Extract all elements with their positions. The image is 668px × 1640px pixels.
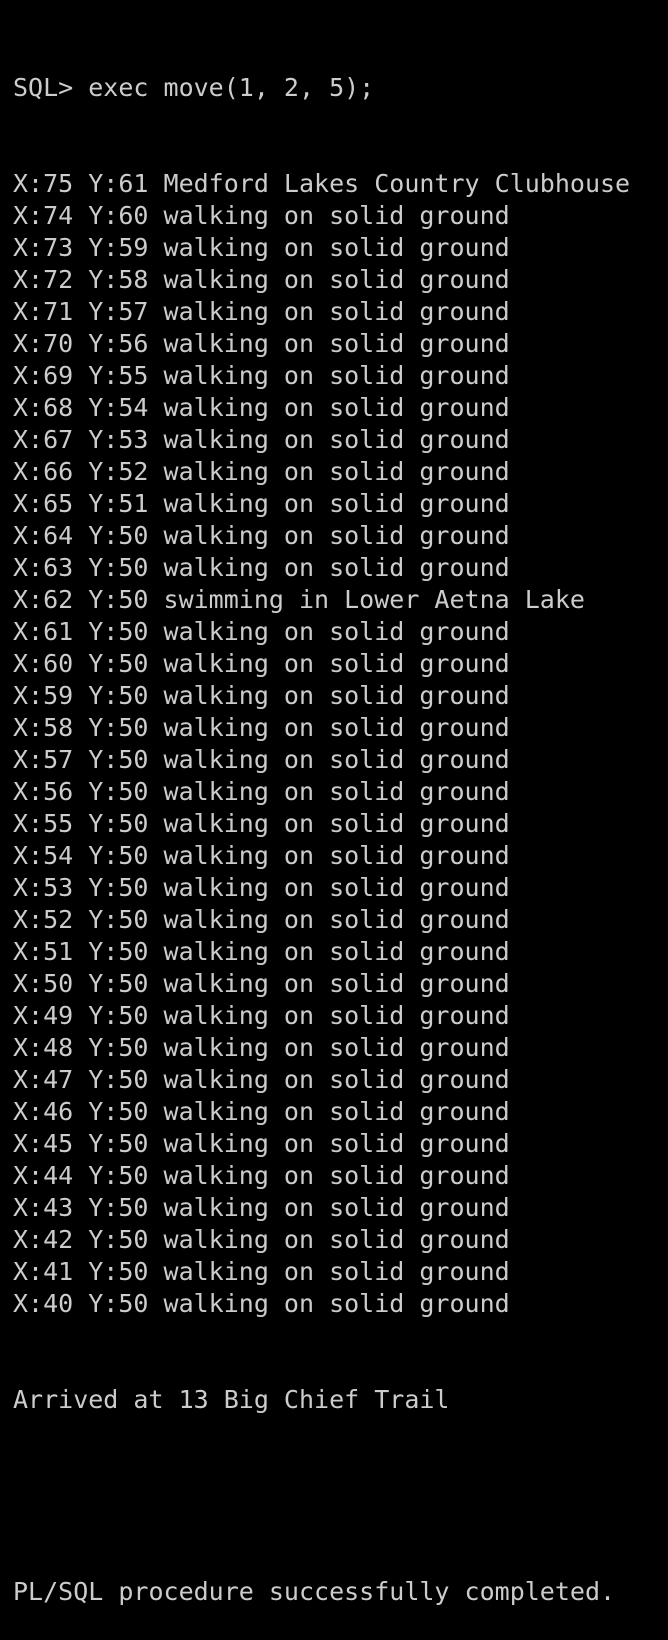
log-line: X:60 Y:50 walking on solid ground — [13, 649, 510, 678]
log-line: X:56 Y:50 walking on solid ground — [13, 777, 510, 806]
log-line: X:68 Y:54 walking on solid ground — [13, 393, 510, 422]
log-line: X:63 Y:50 walking on solid ground — [13, 553, 510, 582]
log-line: X:71 Y:57 walking on solid ground — [13, 297, 510, 326]
log-line: X:40 Y:50 walking on solid ground — [13, 1289, 510, 1318]
log-line: X:48 Y:50 walking on solid ground — [13, 1033, 510, 1062]
command-line: SQL> exec move(1, 2, 5); — [13, 73, 375, 102]
log-line: X:75 Y:61 Medford Lakes Country Clubhous… — [13, 169, 631, 198]
log-line: X:43 Y:50 walking on solid ground — [13, 1193, 510, 1222]
log-line: X:72 Y:58 walking on solid ground — [13, 265, 510, 294]
log-line: X:70 Y:56 walking on solid ground — [13, 329, 510, 358]
log-line: X:65 Y:51 walking on solid ground — [13, 489, 510, 518]
log-line: X:51 Y:50 walking on solid ground — [13, 937, 510, 966]
log-line: X:62 Y:50 swimming in Lower Aetna Lake — [13, 585, 585, 614]
log-line: X:64 Y:50 walking on solid ground — [13, 521, 510, 550]
log-line: X:45 Y:50 walking on solid ground — [13, 1129, 510, 1158]
arrival-message: Arrived at 13 Big Chief Trail — [13, 1385, 450, 1414]
completion-message: PL/SQL procedure successfully completed. — [13, 1577, 616, 1606]
log-line: X:55 Y:50 walking on solid ground — [13, 809, 510, 838]
log-line: X:53 Y:50 walking on solid ground — [13, 873, 510, 902]
log-line: X:50 Y:50 walking on solid ground — [13, 969, 510, 998]
log-line: X:58 Y:50 walking on solid ground — [13, 713, 510, 742]
log-line: X:66 Y:52 walking on solid ground — [13, 457, 510, 486]
log-line: X:42 Y:50 walking on solid ground — [13, 1225, 510, 1254]
log-line: X:73 Y:59 walking on solid ground — [13, 233, 510, 262]
sql-console-output: SQL> exec move(1, 2, 5); X:75 Y:61 Medfo… — [0, 0, 668, 1606]
log-line: X:47 Y:50 walking on solid ground — [13, 1065, 510, 1094]
movement-log: X:75 Y:61 Medford Lakes Country Clubhous… — [13, 168, 668, 1320]
log-line: X:69 Y:55 walking on solid ground — [13, 361, 510, 390]
log-line: X:49 Y:50 walking on solid ground — [13, 1001, 510, 1030]
log-line: X:44 Y:50 walking on solid ground — [13, 1161, 510, 1190]
log-line: X:67 Y:53 walking on solid ground — [13, 425, 510, 454]
log-line: X:52 Y:50 walking on solid ground — [13, 905, 510, 934]
log-line: X:74 Y:60 walking on solid ground — [13, 201, 510, 230]
log-line: X:57 Y:50 walking on solid ground — [13, 745, 510, 774]
log-line: X:54 Y:50 walking on solid ground — [13, 841, 510, 870]
log-line: X:46 Y:50 walking on solid ground — [13, 1097, 510, 1126]
log-line: X:41 Y:50 walking on solid ground — [13, 1257, 510, 1286]
log-line: X:61 Y:50 walking on solid ground — [13, 617, 510, 646]
log-line: X:59 Y:50 walking on solid ground — [13, 681, 510, 710]
